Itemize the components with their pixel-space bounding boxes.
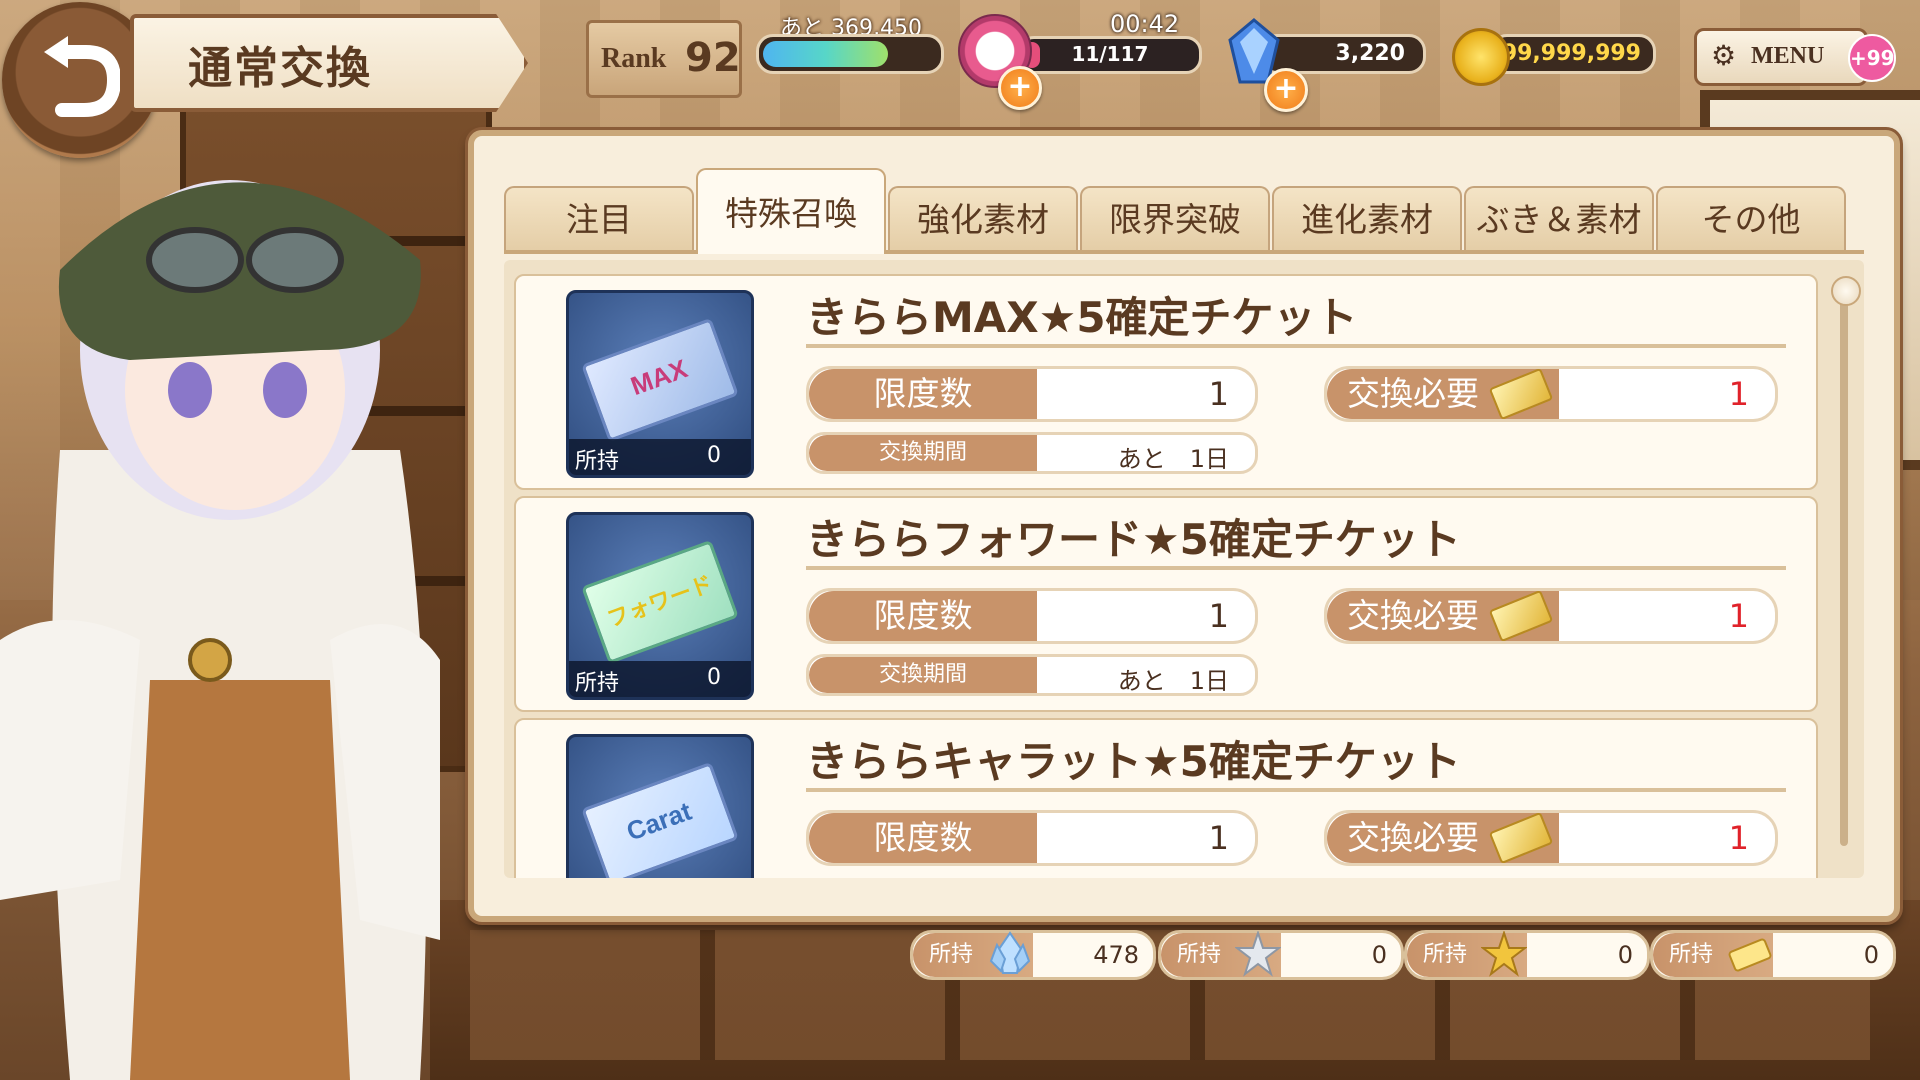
- owned-value: 0: [707, 443, 721, 468]
- required-value: 1: [1728, 819, 1749, 857]
- period-label: 交換期間: [809, 657, 1037, 693]
- exchange-item[interactable]: フォワード 所持 0 きららフォワード★5確定チケット 限度数 1 交換必要 1…: [514, 496, 1818, 712]
- scrollbar[interactable]: [1831, 276, 1861, 846]
- ticket-icon: Carat: [566, 734, 754, 878]
- period-value: あと 1日: [1117, 445, 1229, 473]
- add-stamina-button[interactable]: +: [998, 66, 1042, 110]
- required-value: 1: [1728, 597, 1749, 635]
- rank-label: Rank: [601, 43, 667, 74]
- tab-weapons-materials[interactable]: ぶき＆素材: [1464, 186, 1654, 252]
- coin-balance: 99,999,999: [1490, 34, 1656, 74]
- character-illustration: [0, 180, 440, 1080]
- required-field: 交換必要 1: [1324, 810, 1778, 866]
- silver-star-icon: [1235, 931, 1281, 977]
- limit-label: 限度数: [809, 369, 1037, 419]
- notification-badge: +99: [1848, 34, 1896, 82]
- owned-counter: 所持 0: [1158, 930, 1404, 980]
- required-field: 交換必要 1: [1324, 588, 1778, 644]
- period-value: あと 1日: [1117, 667, 1229, 695]
- owned-counter: 所持 0: [1650, 930, 1896, 980]
- exchange-item-list[interactable]: MAX 所持 0 きららMAX★5確定チケット 限度数 1 交換必要 1 交換期…: [504, 260, 1864, 878]
- owned-counter: 所持 478: [910, 930, 1156, 980]
- tab-evolution-materials[interactable]: 進化素材: [1272, 186, 1462, 252]
- limit-label: 限度数: [809, 591, 1037, 641]
- blue-crystal-icon: [989, 931, 1031, 974]
- limit-value: 1: [1208, 819, 1229, 857]
- coin-icon: [1452, 28, 1510, 86]
- limit-field: 限度数 1: [806, 588, 1258, 644]
- item-name: きららキャラット★5確定チケット: [806, 737, 1461, 786]
- menu-button[interactable]: ⚙ MENU: [1694, 28, 1868, 86]
- required-field: 交換必要 1: [1324, 366, 1778, 422]
- owned-counter: 所持 0: [1404, 930, 1650, 980]
- tab-other[interactable]: その他: [1656, 186, 1846, 252]
- gem-value: 3,220: [1335, 41, 1405, 66]
- owned-counter-value: 0: [1863, 941, 1879, 969]
- limit-value: 1: [1208, 375, 1229, 413]
- exchange-item[interactable]: Carat きららキャラット★5確定チケット 限度数 1 交換必要 1: [514, 718, 1818, 878]
- gear-icon: ⚙: [1711, 39, 1737, 72]
- item-name: きららMAX★5確定チケット: [806, 293, 1358, 342]
- exchange-item[interactable]: MAX 所持 0 きららMAX★5確定チケット 限度数 1 交換必要 1 交換期…: [514, 274, 1818, 490]
- page-title-banner: 通常交換: [130, 14, 550, 112]
- owned-label: 所持: [575, 449, 620, 474]
- limit-field: 限度数 1: [806, 810, 1258, 866]
- gold-ticket-icon: [1728, 938, 1772, 972]
- ticket-icon: MAX 所持 0: [566, 290, 754, 478]
- stamina-bar: 11/117: [1018, 36, 1202, 74]
- background-cabinet: [430, 900, 1920, 1080]
- period-field: 交換期間 あと 1日: [806, 432, 1258, 474]
- coin-value: 99,999,999: [1501, 41, 1641, 66]
- tab-special-summon[interactable]: 特殊召喚: [696, 168, 886, 254]
- tab-limit-break[interactable]: 限界突破: [1080, 186, 1270, 252]
- menu-label: MENU: [1751, 43, 1825, 69]
- page-title: 通常交換: [188, 43, 372, 94]
- tab-featured[interactable]: 注目: [504, 186, 694, 252]
- back-arrow-icon: [44, 36, 120, 117]
- limit-label: 限度数: [809, 813, 1037, 863]
- exchange-panel: 注目 特殊召喚 強化素材 限界突破 進化素材 ぶき＆素材 その他 MAX 所持 …: [468, 130, 1900, 922]
- owned-counter-value: 0: [1617, 941, 1633, 969]
- owned-counter-value: 478: [1093, 941, 1139, 969]
- ticket-icon: フォワード 所持 0: [566, 512, 754, 700]
- period-field: 交換期間 あと 1日: [806, 654, 1258, 696]
- rank-display: Rank 92: [586, 20, 742, 98]
- limit-field: 限度数 1: [806, 366, 1258, 422]
- period-label: 交換期間: [809, 435, 1037, 471]
- ticket-label: MAX: [626, 353, 692, 402]
- exp-bar: [756, 34, 944, 74]
- exp-bar-fill: [763, 41, 889, 67]
- item-name: きららフォワード★5確定チケット: [806, 515, 1461, 564]
- scrollbar-thumb[interactable]: [1831, 276, 1861, 306]
- ticket-label: フォワード: [603, 570, 716, 633]
- stamina-value: 11/117: [1071, 42, 1149, 66]
- add-gem-button[interactable]: +: [1264, 68, 1308, 112]
- owned-counter-value: 0: [1371, 941, 1387, 969]
- stamina-timer: 00:42: [1110, 10, 1180, 38]
- required-value: 1: [1728, 375, 1749, 413]
- gold-star-icon: [1481, 931, 1527, 977]
- tab-enhance-materials[interactable]: 強化素材: [888, 186, 1078, 252]
- rank-value: 92: [685, 35, 741, 81]
- ticket-label: Carat: [622, 795, 696, 847]
- owned-label: 所持: [575, 671, 620, 696]
- owned-value: 0: [707, 665, 721, 690]
- limit-value: 1: [1208, 597, 1229, 635]
